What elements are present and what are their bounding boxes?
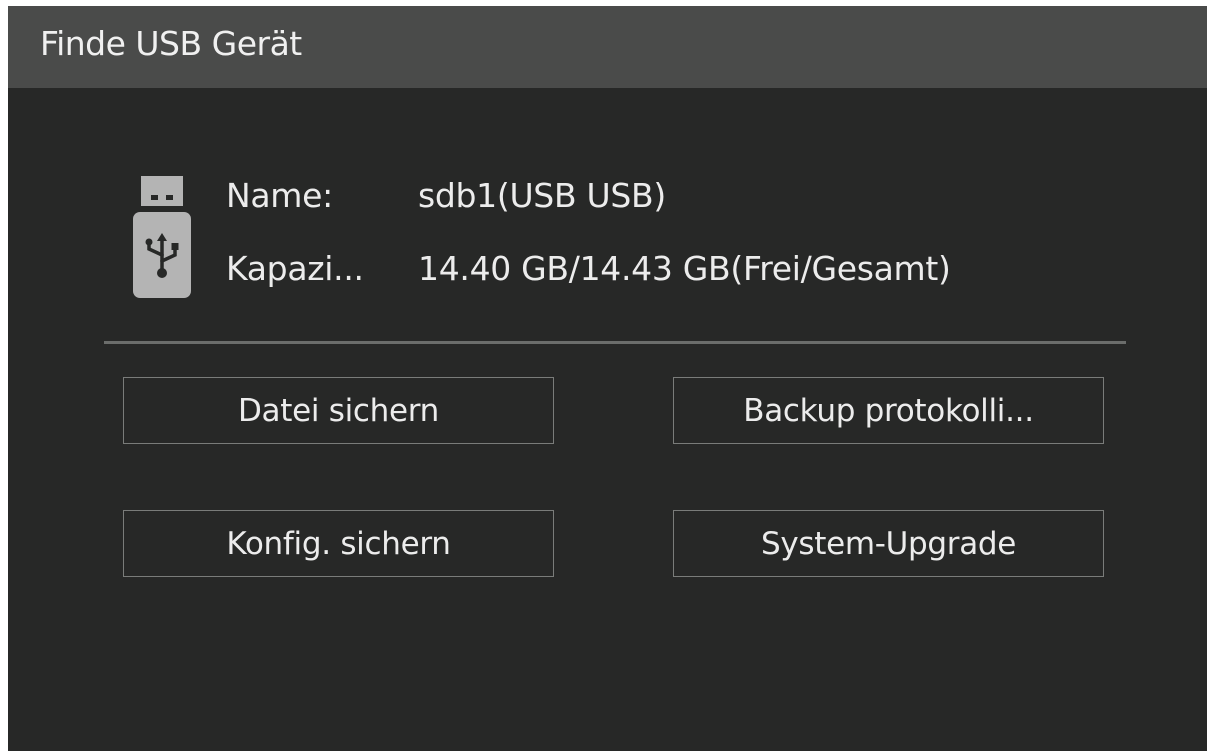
capacity-label: Kapazi...: [226, 249, 364, 288]
backup-log-button[interactable]: Backup protokolli...: [673, 377, 1104, 444]
capacity-value: 14.40 GB/14.43 GB(Frei/Gesamt): [418, 249, 951, 288]
device-name-value: sdb1(USB USB): [418, 176, 666, 215]
usb-drive-icon: [133, 176, 191, 298]
system-upgrade-button[interactable]: System-Upgrade: [673, 510, 1104, 577]
dialog-titlebar: Finde USB Gerät: [8, 6, 1207, 88]
config-backup-button[interactable]: Konfig. sichern: [123, 510, 554, 577]
dialog-title: Finde USB Gerät: [40, 24, 302, 63]
file-backup-button[interactable]: Datei sichern: [123, 377, 554, 444]
usb-device-dialog: Finde USB Gerät Name: sdb1(USB USB) Kapa…: [8, 6, 1207, 751]
name-label: Name:: [226, 176, 333, 215]
divider: [104, 341, 1126, 344]
